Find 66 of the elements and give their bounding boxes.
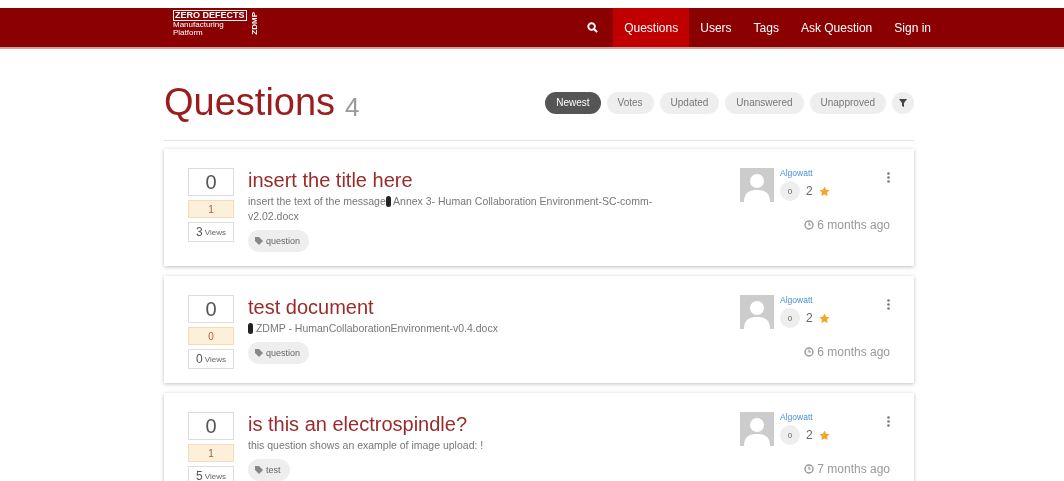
post-time: 6 months ago bbox=[817, 218, 890, 232]
sort-tab[interactable]: Unanswered bbox=[725, 91, 804, 114]
views-label: Views bbox=[204, 471, 226, 481]
sort-tab[interactable]: Votes bbox=[606, 91, 654, 114]
nav-link[interactable]: Users bbox=[689, 8, 743, 47]
reputation-badge: 0 bbox=[780, 181, 800, 201]
answer-count: 1 bbox=[188, 200, 234, 218]
author-link[interactable]: Algowatt bbox=[780, 412, 881, 422]
vote-count: 0 bbox=[188, 295, 234, 323]
filter-button[interactable] bbox=[892, 91, 914, 114]
logo-title: ZERO DEFECTS bbox=[173, 10, 247, 21]
nav-link[interactable]: Tags bbox=[742, 8, 790, 47]
clock-icon bbox=[804, 220, 815, 230]
logo-side-text: ZDMP bbox=[249, 12, 259, 35]
more-options-icon[interactable] bbox=[887, 172, 890, 183]
view-number: 0 bbox=[196, 352, 203, 366]
more-options-icon[interactable] bbox=[887, 416, 890, 427]
star-icon bbox=[818, 312, 830, 324]
sort-tab[interactable]: Unapproved bbox=[809, 91, 886, 114]
star-count: 2 bbox=[806, 184, 813, 198]
view-number: 5 bbox=[196, 469, 203, 481]
vote-count: 0 bbox=[188, 412, 234, 440]
question-title[interactable]: insert the title here bbox=[248, 168, 413, 192]
search-icon[interactable] bbox=[587, 22, 599, 33]
star-icon bbox=[818, 185, 830, 197]
page-title: Questions bbox=[164, 81, 336, 124]
clock-icon bbox=[804, 464, 815, 474]
post-time: 7 months ago bbox=[817, 462, 890, 476]
tag-icon bbox=[255, 237, 263, 245]
question-excerpt: insert the text of the message Annex 3- Human Collaboration Environment-SC-comm-v2.02.docx bbox=[248, 194, 654, 224]
question-excerpt: this question shows an example of image upload: ! bbox=[248, 438, 484, 453]
views-label: Views bbox=[204, 354, 226, 364]
avatar-silhouette bbox=[740, 295, 774, 329]
star-count: 2 bbox=[806, 428, 813, 442]
tag-icon bbox=[255, 349, 263, 357]
tag-chip[interactable]: question bbox=[248, 342, 310, 364]
nav-link[interactable]: Sign in bbox=[883, 8, 942, 47]
question-count: 4 bbox=[345, 92, 360, 123]
tag-chip[interactable]: test bbox=[248, 459, 290, 481]
answer-count: 1 bbox=[188, 444, 234, 462]
sort-tab[interactable]: Updated bbox=[659, 91, 720, 114]
filter-icon bbox=[899, 98, 907, 107]
tag-icon bbox=[255, 466, 263, 474]
views-label: Views bbox=[204, 227, 226, 237]
reputation-badge: 0 bbox=[780, 308, 800, 328]
author-link[interactable]: Algowatt bbox=[780, 168, 881, 178]
vote-count: 0 bbox=[188, 168, 234, 196]
question-excerpt: ZDMP - HumanCollaborationEnvironment-v0.4.docx bbox=[248, 321, 498, 336]
more-options-icon[interactable] bbox=[887, 299, 890, 310]
question-title[interactable]: test document bbox=[248, 295, 374, 319]
star-count: 2 bbox=[806, 311, 813, 325]
avatar-silhouette bbox=[740, 168, 774, 202]
clock-icon bbox=[804, 347, 815, 357]
nav-link[interactable]: Ask Question bbox=[789, 8, 884, 47]
tag-chip[interactable]: question bbox=[248, 230, 310, 252]
sort-tab[interactable]: Newest bbox=[545, 91, 601, 114]
reputation-badge: 0 bbox=[780, 425, 800, 445]
author-link[interactable]: Algowatt bbox=[780, 295, 881, 305]
view-number: 3 bbox=[196, 225, 203, 239]
star-icon bbox=[818, 429, 830, 441]
logo-subtitle: Manufacturing Platform bbox=[173, 21, 225, 37]
question-title[interactable]: is this an electrospindle? bbox=[248, 412, 467, 436]
avatar-silhouette bbox=[740, 412, 774, 446]
answer-count: 0 bbox=[188, 327, 234, 345]
nav-link[interactable]: Questions bbox=[613, 8, 690, 47]
post-time: 6 months ago bbox=[817, 345, 890, 359]
